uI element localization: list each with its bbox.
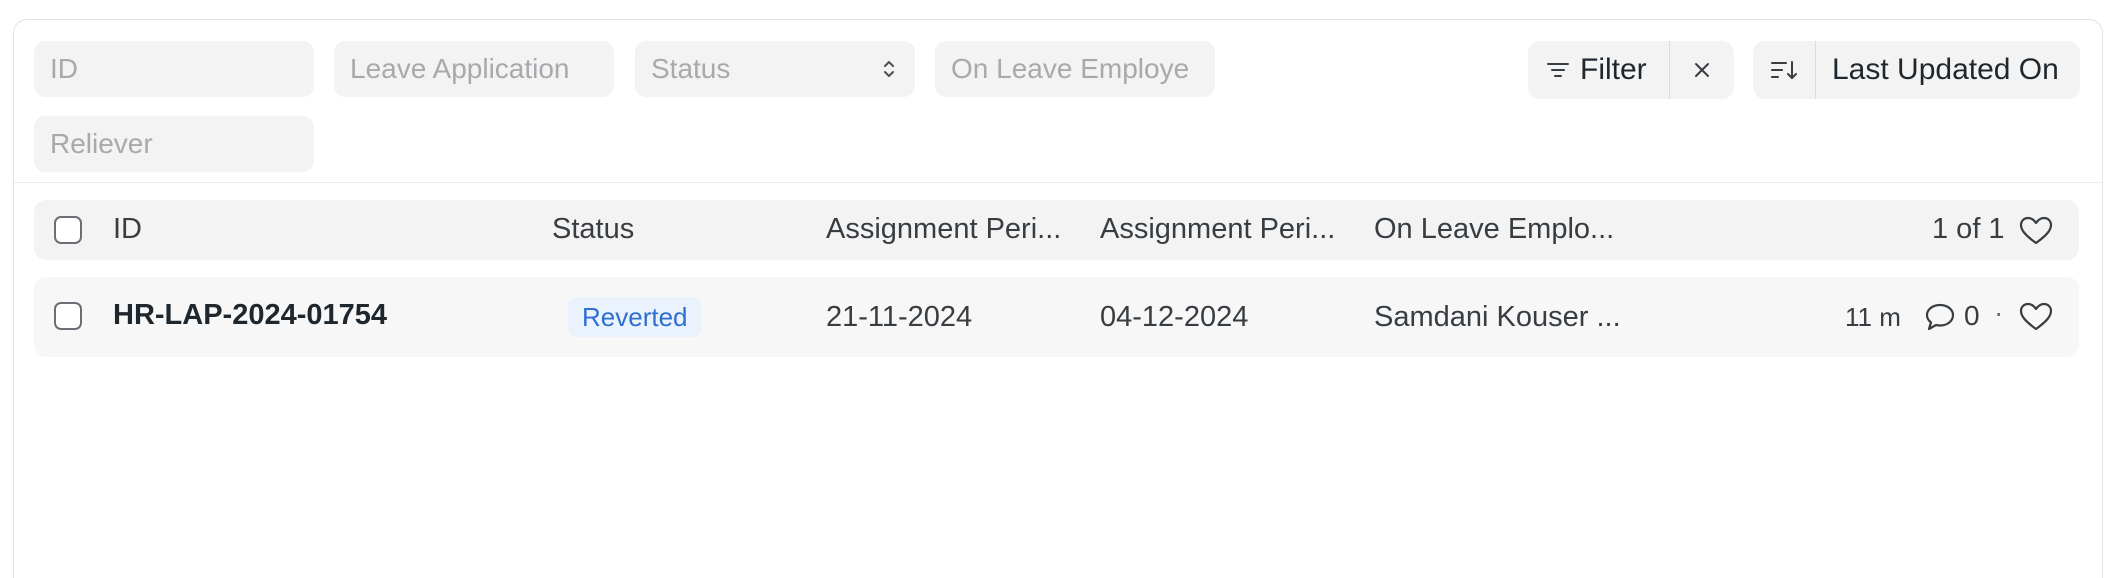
heart-icon[interactable] bbox=[2019, 302, 2053, 332]
close-icon bbox=[1692, 60, 1712, 80]
reliever-filter-input[interactable]: Reliever bbox=[34, 116, 314, 172]
column-header-status: Status bbox=[552, 213, 635, 245]
column-header-assignment-period-from: Assignment Peri... bbox=[826, 213, 1062, 245]
row-comment-count: 0 bbox=[1964, 300, 1980, 331]
id-filter-input[interactable]: ID bbox=[34, 41, 314, 97]
row-on-leave-employee: Samdani Kouser ... bbox=[1374, 301, 1621, 333]
chevron-up-down-icon bbox=[883, 41, 895, 80]
sort-order-button[interactable] bbox=[1753, 41, 1815, 99]
select-all-checkbox[interactable] bbox=[54, 216, 82, 244]
on-leave-employee-filter-input[interactable]: On Leave Employe bbox=[935, 41, 1215, 97]
filter-button[interactable]: Filter bbox=[1528, 41, 1669, 99]
row-select-checkbox[interactable] bbox=[54, 302, 82, 330]
leave-application-filter-input[interactable]: Leave Application bbox=[334, 41, 614, 97]
sort-by-button[interactable]: Last Updated On bbox=[1815, 41, 2080, 99]
status-filter-select[interactable]: Status bbox=[635, 41, 915, 97]
list-row[interactable]: HR-LAP-2024-01754 Reverted 21-11-2024 04… bbox=[34, 277, 2079, 357]
row-meta-separator: · bbox=[1994, 297, 2004, 328]
list-header: ID Status Assignment Peri... Assignment … bbox=[34, 200, 2079, 260]
row-modified-time: 11 m bbox=[1845, 302, 1901, 332]
standard-filter-bar: ID Leave Application Status On Leave Emp… bbox=[14, 20, 2102, 183]
filter-lines-icon bbox=[1546, 60, 1570, 80]
column-header-id: ID bbox=[113, 213, 142, 245]
column-header-on-leave-employee: On Leave Emplo... bbox=[1374, 213, 1615, 245]
row-assignment-period-from: 21-11-2024 bbox=[826, 301, 973, 333]
status-filter-placeholder: Status bbox=[651, 53, 731, 84]
filter-button-label: Filter bbox=[1580, 53, 1647, 86]
sort-descending-icon bbox=[1770, 58, 1798, 82]
filter-button-group: Filter bbox=[1528, 41, 1734, 99]
row-id-link[interactable]: HR-LAP-2024-01754 bbox=[113, 299, 387, 332]
heart-icon[interactable] bbox=[2019, 216, 2053, 246]
column-header-assignment-period-to: Assignment Peri... bbox=[1100, 213, 1336, 245]
sort-button-group: Last Updated On bbox=[1753, 41, 2080, 99]
sort-by-label: Last Updated On bbox=[1832, 53, 2059, 86]
comment-bubble-icon[interactable] bbox=[1924, 302, 1956, 332]
row-assignment-period-to: 04-12-2024 bbox=[1100, 301, 1249, 333]
status-badge: Reverted bbox=[568, 297, 702, 337]
list-view-container: ID Leave Application Status On Leave Emp… bbox=[13, 19, 2103, 578]
result-count: 1 of 1 bbox=[1932, 213, 2005, 245]
clear-filters-button[interactable] bbox=[1669, 41, 1734, 99]
